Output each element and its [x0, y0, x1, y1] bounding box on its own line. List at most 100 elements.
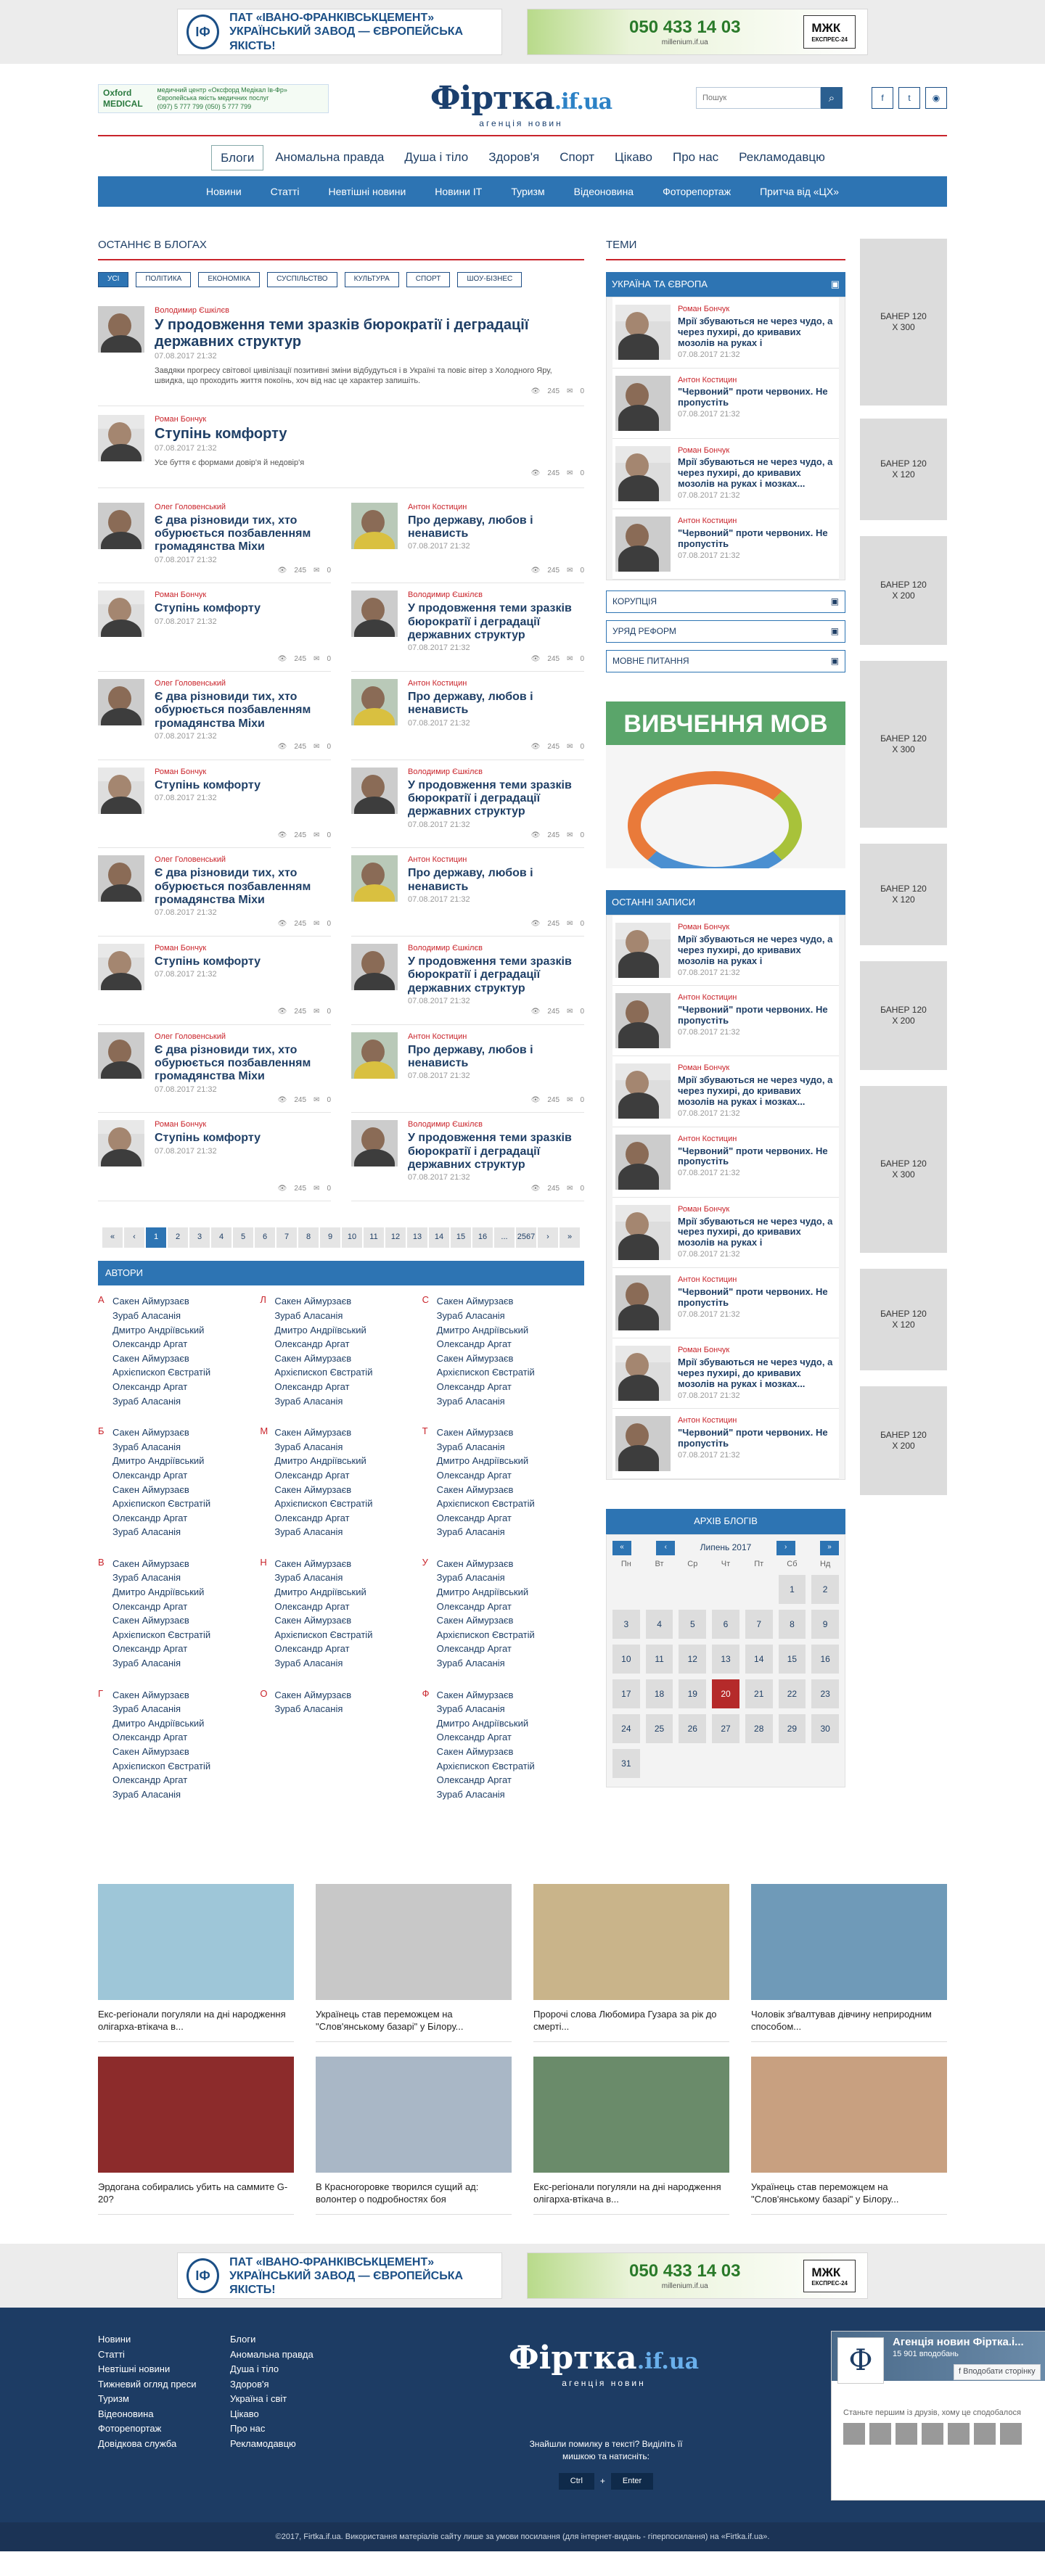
author-link[interactable]: Сакен Аймурзаєв	[112, 1425, 210, 1440]
page-link[interactable]: 2567	[516, 1227, 536, 1248]
page-link[interactable]: 15	[451, 1227, 471, 1248]
post-title[interactable]: Мрії збуваються не через чудо, а через п…	[678, 1216, 836, 1249]
post-author[interactable]: Антон Костицин	[408, 855, 584, 865]
author-link[interactable]: Олександр Аргат	[437, 1600, 535, 1614]
author-avatar[interactable]	[615, 305, 671, 361]
blog-post[interactable]: Антон Костицин Про державу, любов і нена…	[351, 1025, 584, 1114]
author-link[interactable]: Олександр Аргат	[112, 1600, 210, 1614]
facebook-icon[interactable]: f	[872, 87, 893, 109]
page-link[interactable]: 10	[342, 1227, 362, 1248]
blog-post[interactable]: Роман Бончук Ступінь комфорту 07.08.2017…	[98, 583, 331, 672]
menu-item[interactable]: Душа і тіло	[396, 145, 477, 170]
author-avatar[interactable]	[351, 1120, 398, 1167]
post-author[interactable]: Роман Бончук	[678, 923, 836, 933]
page-link[interactable]: ›	[538, 1227, 558, 1248]
author-link[interactable]: Сакен Аймурзаєв	[437, 1688, 535, 1703]
post-author[interactable]: Олег Головенський	[155, 503, 331, 513]
news-caption[interactable]: Пророчі слова Любомира Гузара за рік до …	[533, 2000, 729, 2043]
calendar-day[interactable]: 31	[612, 1749, 640, 1779]
footer-link[interactable]: Цікаво	[230, 2407, 314, 2422]
blog-post[interactable]: Володимир Єшкілєв У продовження теми зра…	[351, 1113, 584, 1202]
calendar-day[interactable]: 4	[645, 1610, 673, 1639]
post-author[interactable]: Роман Бончук	[678, 1063, 836, 1074]
author-link[interactable]: Сакен Аймурзаєв	[437, 1425, 535, 1440]
author-link[interactable]: Сакен Аймурзаєв	[112, 1483, 210, 1497]
search-input[interactable]	[696, 87, 821, 109]
author-avatar[interactable]	[615, 1416, 671, 1472]
category-tag[interactable]: СПОРТ	[406, 272, 451, 287]
footer-link[interactable]: Відеоновина	[98, 2407, 197, 2422]
calendar-day[interactable]: 13	[712, 1645, 739, 1674]
author-link[interactable]: Олександр Аргат	[112, 1773, 210, 1787]
news-image[interactable]	[533, 2057, 729, 2173]
author-link[interactable]: Зураб Аласанія	[112, 1656, 210, 1671]
author-link[interactable]: Зураб Аласанія	[112, 1309, 210, 1323]
page-link[interactable]: 13	[407, 1227, 427, 1248]
cement-ad-banner[interactable]: ІФ ПАТ «ІВАНО-ФРАНКІВСЬКЦЕМЕНТ» УКРАЇНСЬК…	[177, 2252, 502, 2300]
post-author[interactable]: Антон Костицин	[678, 1135, 836, 1145]
calendar-day[interactable]: 15	[778, 1645, 806, 1674]
blog-post[interactable]: Володимир Єшкілєв У продовження теми зра…	[98, 297, 584, 406]
news-card[interactable]: Эрдогана собирались убить на саммите G-2…	[98, 2057, 294, 2215]
calendar-day[interactable]: 29	[778, 1714, 806, 1744]
news-card[interactable]: Українець став переможцем на "Слов'янськ…	[316, 1884, 512, 2043]
page-link[interactable]: «	[102, 1227, 123, 1248]
submenu-item[interactable]: Новини	[192, 186, 256, 199]
author-link[interactable]: Дмитро Андріївський	[112, 1716, 210, 1731]
page-link[interactable]: 11	[364, 1227, 384, 1248]
author-link[interactable]: Сакен Аймурзаєв	[274, 1688, 351, 1703]
author-link[interactable]: Сакен Аймурзаєв	[112, 1351, 210, 1366]
post-title[interactable]: Мрії збуваються не через чудо, а через п…	[678, 1357, 836, 1390]
menu-item[interactable]: Про нас	[664, 145, 727, 170]
news-image[interactable]	[316, 2057, 512, 2173]
author-avatar[interactable]	[615, 993, 671, 1049]
post-title[interactable]: Мрії збуваються не через чудо, а через п…	[678, 934, 836, 967]
author-link[interactable]: Зураб Аласанія	[437, 1787, 535, 1802]
language-course-ad[interactable]: ВИВЧЕННЯ МОВ	[606, 701, 845, 868]
author-link[interactable]: Сакен Аймурзаєв	[112, 1294, 210, 1309]
sidebar-post[interactable]: Антон Костицин "Червоний" проти червоних…	[612, 1268, 839, 1339]
footer-link[interactable]: Україна і світ	[230, 2392, 314, 2407]
author-link[interactable]: Зураб Аласанія	[112, 1787, 210, 1802]
news-image[interactable]	[533, 1884, 729, 2001]
author-avatar[interactable]	[98, 305, 144, 353]
calendar-day[interactable]: 19	[679, 1679, 707, 1709]
post-author[interactable]: Володимир Єшкілєв	[155, 306, 584, 316]
post-author[interactable]: Роман Бончук	[678, 1346, 836, 1356]
page-link[interactable]: »	[560, 1227, 580, 1248]
calendar-day[interactable]: 2	[811, 1575, 839, 1605]
author-link[interactable]: Олександр Аргат	[112, 1730, 210, 1745]
author-link[interactable]: Дмитро Андріївський	[112, 1585, 210, 1600]
post-author[interactable]: Володимир Єшкілєв	[408, 590, 584, 601]
page-link[interactable]: 6	[255, 1227, 275, 1248]
post-author[interactable]: Антон Костицин	[678, 376, 836, 386]
post-title[interactable]: Про державу, любов і ненависть	[408, 691, 584, 717]
post-title[interactable]: Мрії збуваються не через чудо, а через п…	[678, 316, 836, 349]
search-button[interactable]: ⌕	[821, 87, 843, 109]
post-author[interactable]: Антон Костицин	[678, 1416, 836, 1426]
post-title[interactable]: У продовження теми зразків бюрократії і …	[408, 1132, 584, 1172]
twitter-icon[interactable]: t	[898, 87, 920, 109]
news-caption[interactable]: Эрдогана собирались убить на саммите G-2…	[98, 2173, 294, 2215]
author-link[interactable]: Сакен Аймурзаєв	[437, 1351, 535, 1366]
news-image[interactable]	[751, 2057, 947, 2173]
author-link[interactable]: Сакен Аймурзаєв	[112, 1613, 210, 1628]
post-title[interactable]: Ступінь комфорту	[155, 426, 584, 443]
sidebar-post[interactable]: Роман Бончук Мрії збуваються не через чу…	[612, 438, 839, 509]
news-card[interactable]: Екс-регіонали погуляли на дні народження…	[98, 1884, 294, 2043]
author-link[interactable]: Зураб Аласанія	[112, 1571, 210, 1585]
post-author[interactable]: Роман Бончук	[155, 1120, 331, 1130]
author-avatar[interactable]	[615, 923, 671, 979]
author-link[interactable]: Сакен Аймурзаєв	[274, 1483, 372, 1497]
calendar-day[interactable]: 1	[778, 1575, 806, 1605]
author-link[interactable]: Зураб Аласанія	[437, 1440, 535, 1454]
post-title[interactable]: "Червоний" проти червоних. Не пропустіть	[678, 386, 836, 408]
menu-item[interactable]: Блоги	[211, 145, 264, 171]
author-link[interactable]: Сакен Аймурзаєв	[274, 1294, 372, 1309]
submenu-item[interactable]: Невтішні новини	[314, 186, 420, 199]
post-author[interactable]: Антон Костицин	[408, 679, 584, 689]
post-author[interactable]: Роман Бончук	[155, 944, 331, 954]
news-caption[interactable]: Екс-регіонали погуляли на дні народження…	[98, 2000, 294, 2043]
post-author[interactable]: Володимир Єшкілєв	[408, 768, 584, 778]
news-caption[interactable]: В Красногоровке творился сущий ад: волон…	[316, 2173, 512, 2215]
